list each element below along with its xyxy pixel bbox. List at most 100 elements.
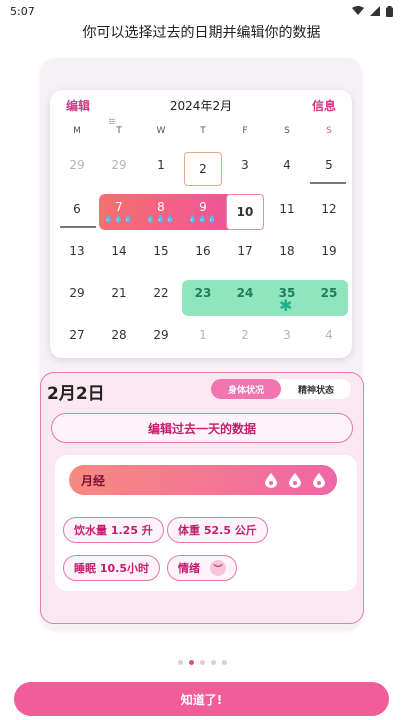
day-number: 1 bbox=[157, 158, 165, 172]
day-number: 6 bbox=[73, 202, 81, 216]
got-it-button[interactable]: 知道了! bbox=[14, 682, 389, 716]
calendar-day[interactable]: 6 bbox=[58, 192, 96, 226]
calendar-month-title: 2024年2月 bbox=[169, 98, 233, 113]
day-number: 25 bbox=[320, 286, 338, 300]
calendar-day[interactable]: 15 bbox=[142, 234, 180, 268]
tab-mental[interactable]: 精神状态 bbox=[281, 379, 351, 399]
ovulation-star-icon: ✱ bbox=[279, 296, 293, 315]
drops-icon: 💧💧💧 bbox=[146, 214, 176, 223]
calendar-day[interactable]: 13 bbox=[58, 234, 96, 268]
day-number: 21 bbox=[111, 286, 127, 300]
calendar-day[interactable]: 4 bbox=[310, 318, 348, 352]
status-bar: 5:07 bbox=[0, 0, 403, 22]
day-number: 10 bbox=[236, 205, 254, 219]
drops-icon: 💧💧💧 bbox=[104, 214, 134, 223]
pager-dot[interactable] bbox=[211, 660, 216, 665]
calendar-day[interactable]: 29 bbox=[58, 276, 96, 310]
calendar-day[interactable]: 14 bbox=[100, 234, 138, 268]
calendar-day[interactable]: 16 bbox=[184, 234, 222, 268]
calendar-day-today[interactable]: 10 bbox=[226, 194, 264, 230]
day-number: 15 bbox=[153, 244, 169, 258]
calendar-day[interactable]: 18 bbox=[268, 234, 306, 268]
pager-dot-active[interactable] bbox=[189, 660, 194, 665]
day-number: 22 bbox=[153, 286, 169, 300]
day-number: 24 bbox=[236, 286, 254, 300]
calendar-day[interactable]: 4 bbox=[268, 148, 306, 182]
calendar-day-fertile[interactable]: 23 bbox=[184, 276, 222, 310]
weight-chip[interactable]: 体重 52.5 公斤 bbox=[167, 517, 268, 543]
calendar-day-period[interactable]: 7 💧💧💧 bbox=[100, 194, 138, 228]
calendar-day[interactable]: 29 bbox=[100, 148, 138, 182]
calendar-day[interactable]: 22 bbox=[142, 276, 180, 310]
calendar-day[interactable]: 21 bbox=[100, 276, 138, 310]
pager-dots bbox=[178, 660, 227, 665]
day-number: 7 bbox=[115, 199, 123, 214]
drop-icon bbox=[289, 472, 301, 488]
status-tab-switch: 身体状况 精神状态 bbox=[211, 379, 351, 399]
calendar-day[interactable]: 29 bbox=[142, 318, 180, 352]
status-summary-card: 月经 饮水量 1.25 升 体重 52.5 公斤 睡眠 10.5小时 情绪 ︶ bbox=[55, 455, 357, 591]
weekday-row: ☷ M T W T F S S bbox=[50, 118, 352, 142]
calendar-day[interactable]: 1 bbox=[184, 318, 222, 352]
sleep-chip[interactable]: 睡眠 10.5小时 bbox=[63, 555, 160, 581]
drops-icon: 💧💧💧 bbox=[188, 214, 218, 223]
calendar-day[interactable]: 5 bbox=[310, 148, 348, 182]
weekday-marker-icon: ☷ bbox=[108, 118, 116, 126]
weekday-label: S bbox=[284, 126, 290, 136]
drop-icon bbox=[265, 472, 277, 488]
day-number: 13 bbox=[69, 244, 85, 258]
day-number: 29 bbox=[69, 158, 85, 172]
calendar-day[interactable]: 3 bbox=[226, 148, 264, 182]
calendar-day[interactable]: 27 bbox=[58, 318, 96, 352]
tab-physical[interactable]: 身体状况 bbox=[211, 379, 281, 399]
pager-dot[interactable] bbox=[200, 660, 205, 665]
mood-chip[interactable]: 情绪 ︶ bbox=[167, 555, 237, 581]
calendar-day[interactable]: 11 bbox=[268, 192, 306, 226]
day-number: 1 bbox=[199, 328, 207, 342]
mood-label: 情绪 bbox=[178, 562, 200, 575]
day-number: 2 bbox=[241, 328, 249, 342]
day-number: 3 bbox=[283, 328, 291, 342]
day-number: 29 bbox=[153, 328, 169, 342]
calendar-day-fertile[interactable]: 25 bbox=[310, 276, 348, 310]
day-number: 12 bbox=[321, 202, 337, 216]
pager-dot[interactable] bbox=[178, 660, 183, 665]
wifi-icon bbox=[352, 6, 364, 15]
day-underline bbox=[60, 226, 96, 228]
period-label: 月经 bbox=[81, 473, 106, 488]
day-number: 29 bbox=[111, 158, 127, 172]
day-number: 4 bbox=[283, 158, 291, 172]
day-number: 28 bbox=[111, 328, 127, 342]
day-number: 23 bbox=[194, 286, 212, 300]
period-bar[interactable]: 月经 bbox=[69, 465, 337, 495]
day-number: 2 bbox=[199, 162, 207, 176]
day-number: 5 bbox=[325, 158, 333, 172]
calendar-day[interactable]: 19 bbox=[310, 234, 348, 268]
calendar-edit-button[interactable]: 编辑 bbox=[66, 97, 90, 114]
calendar-day[interactable]: 1 bbox=[142, 148, 180, 182]
calendar-info-button[interactable]: 信息 bbox=[312, 97, 336, 114]
weekday-label: W bbox=[156, 126, 166, 136]
calendar-day-selected[interactable]: 2 bbox=[184, 152, 222, 186]
calendar-day-fertile[interactable]: 24 bbox=[226, 276, 264, 310]
pager-dot[interactable] bbox=[222, 660, 227, 665]
calendar-day-period[interactable]: 9 💧💧💧 bbox=[184, 194, 222, 228]
detail-date-title: 2月2日 bbox=[47, 384, 105, 404]
calendar-day[interactable]: 17 bbox=[226, 234, 264, 268]
day-number: 8 bbox=[157, 199, 165, 214]
water-intake-chip[interactable]: 饮水量 1.25 升 bbox=[63, 517, 164, 543]
calendar-day[interactable]: 2 bbox=[226, 318, 264, 352]
calendar-day[interactable]: 3 bbox=[268, 318, 306, 352]
calendar-day[interactable]: 12 bbox=[310, 192, 348, 226]
weekday-label: T bbox=[116, 126, 122, 136]
weekday-label: F bbox=[242, 126, 248, 136]
edit-past-day-button[interactable]: 编辑过去一天的数据 bbox=[51, 413, 353, 443]
day-number: 4 bbox=[325, 328, 333, 342]
calendar-card: 编辑 2024年2月 信息 ☷ M T W T F S S 29 29 1 2 … bbox=[50, 90, 352, 358]
calendar-day[interactable]: 29 bbox=[58, 148, 96, 182]
day-underline bbox=[310, 182, 346, 184]
calendar-day-period[interactable]: 8 💧💧💧 bbox=[142, 194, 180, 228]
calendar-day[interactable]: 28 bbox=[100, 318, 138, 352]
weekday-label: S bbox=[326, 126, 332, 136]
day-number: 29 bbox=[69, 286, 85, 300]
